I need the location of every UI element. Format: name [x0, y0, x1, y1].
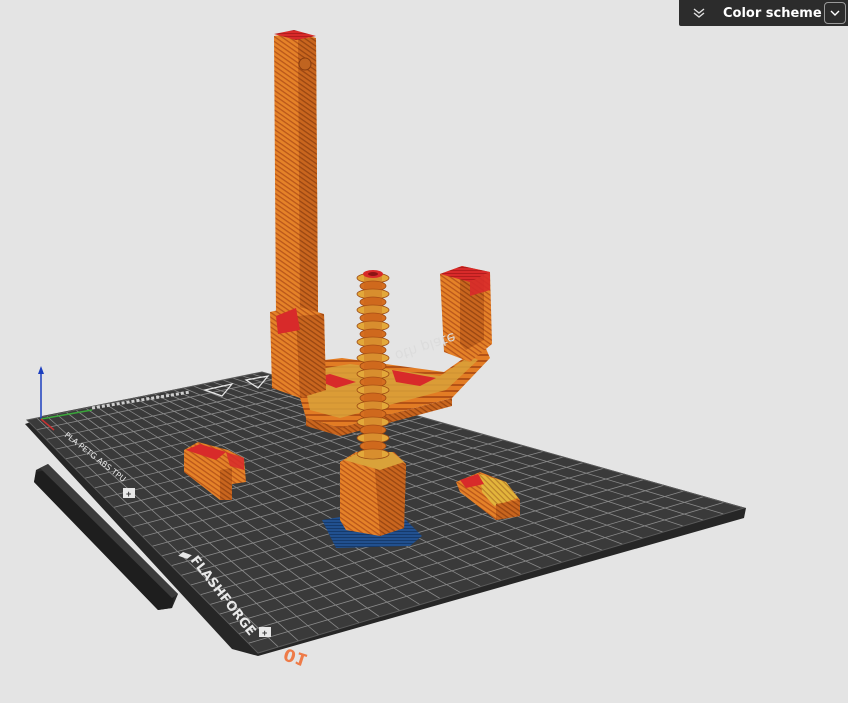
svg-text:+: +	[126, 489, 131, 499]
collapse-legend-button[interactable]	[679, 0, 719, 26]
svg-text:+: +	[262, 628, 267, 638]
plate-number: 01	[281, 643, 310, 669]
color-scheme-dropdown-button[interactable]	[824, 2, 846, 24]
post-hole-icon	[298, 57, 312, 71]
screw-threads	[356, 272, 390, 460]
color-scheme-panel: Color scheme	[679, 0, 848, 26]
screw-core	[364, 276, 382, 458]
plate-watermark-text: oth plate	[393, 329, 458, 364]
3d-viewport[interactable]: PLA PETG ABS TPU FLASHFORGE + + 01 oth p…	[0, 0, 848, 703]
color-scheme-label: Color scheme	[723, 5, 822, 21]
svg-text:oth plate: oth plate	[393, 329, 458, 364]
chevron-down-icon	[830, 10, 840, 16]
double-chevron-down-icon	[693, 8, 705, 18]
